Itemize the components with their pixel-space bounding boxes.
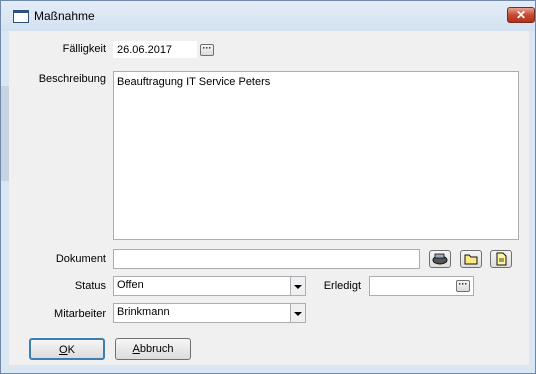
mitarbeiter-label: Mitarbeiter <box>54 308 106 320</box>
open-document-button[interactable] <box>490 250 512 268</box>
status-label: Status <box>74 280 106 292</box>
chevron-down-icon[interactable] <box>290 304 305 322</box>
dokument-label: Dokument <box>55 253 106 265</box>
folder-icon <box>464 254 478 265</box>
window-icon <box>13 10 29 23</box>
beschreibung-textarea[interactable]: Beauftragung IT Service Peters <box>113 71 519 240</box>
close-button[interactable]: ✕ <box>507 7 535 23</box>
erledigt-picker-button[interactable]: ··· <box>456 280 470 292</box>
erledigt-field[interactable]: ··· <box>369 276 474 296</box>
faelligkeit-picker-button[interactable]: ··· <box>200 44 214 56</box>
cancel-button[interactable]: Abbruch <box>115 338 191 360</box>
chevron-down-icon[interactable] <box>290 277 305 295</box>
ok-label-rest: K <box>67 344 75 356</box>
beschreibung-label: Beschreibung <box>38 73 106 85</box>
open-folder-button[interactable] <box>460 250 482 268</box>
title-bar: Maßnahme ✕ <box>1 1 535 31</box>
scanner-icon <box>432 253 448 265</box>
mitarbeiter-select[interactable]: Brinkmann <box>113 303 306 323</box>
status-value: Offen <box>117 279 144 291</box>
ok-mnemonic: O <box>59 344 68 356</box>
faelligkeit-field[interactable]: 26.06.2017 <box>113 41 197 58</box>
document-icon <box>496 252 507 266</box>
ok-button[interactable]: OK <box>29 338 105 360</box>
erledigt-label: Erledigt <box>323 280 361 292</box>
scan-button[interactable] <box>429 250 451 268</box>
window-edge-highlight <box>1 86 9 181</box>
mitarbeiter-value: Brinkmann <box>117 306 170 318</box>
abbruch-mnemonic: A <box>132 343 140 355</box>
window-title: Maßnahme <box>34 9 95 23</box>
dialog-window: Maßnahme ✕ Fälligkeit 26.06.2017 ··· Bes… <box>0 0 536 374</box>
abbruch-label-rest: bbruch <box>139 343 174 355</box>
faelligkeit-label: Fälligkeit <box>62 43 106 55</box>
dokument-field[interactable] <box>113 249 420 269</box>
status-select[interactable]: Offen <box>113 276 306 296</box>
form-area: Fälligkeit 26.06.2017 ··· Beschreibung B… <box>9 31 529 365</box>
